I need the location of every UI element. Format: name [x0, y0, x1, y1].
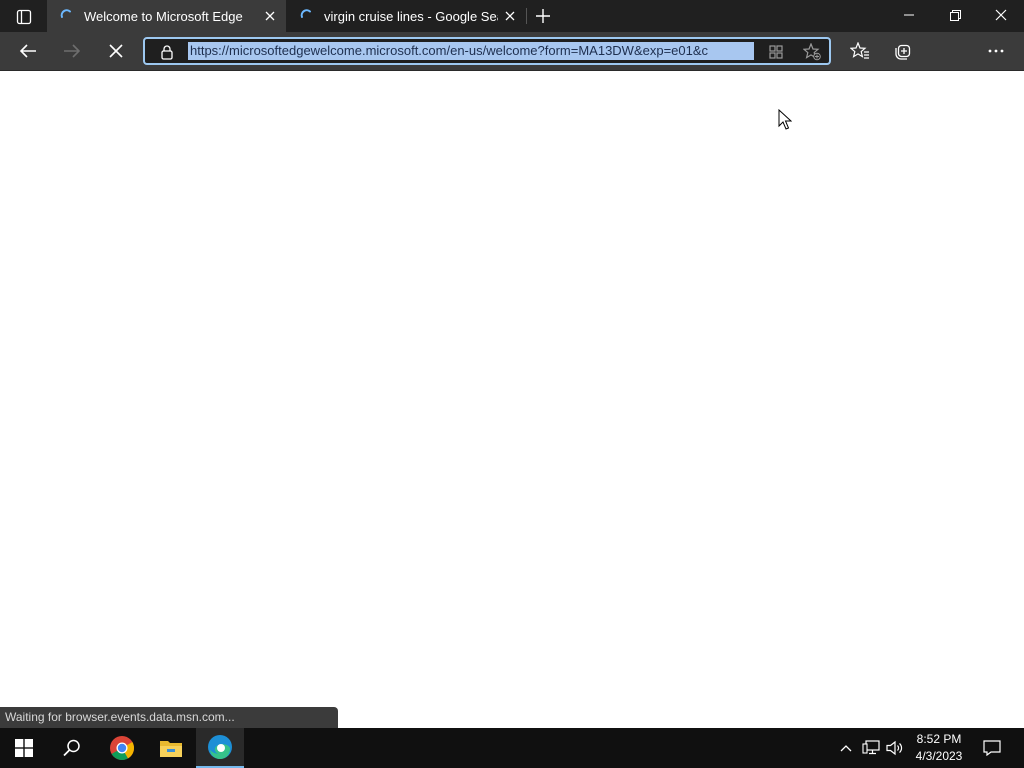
action-center-button[interactable] [980, 728, 1004, 768]
network-button[interactable] [860, 728, 882, 768]
star-plus-icon [803, 43, 821, 61]
taskbar: 8:52 PM 4/3/2023 [0, 728, 1024, 768]
minimize-icon [904, 14, 914, 16]
tab-title: virgin cruise lines - Google Search [324, 8, 498, 24]
collections-icon [895, 44, 911, 60]
plus-icon [536, 9, 550, 23]
edge-icon [208, 735, 232, 760]
notification-icon [983, 740, 1001, 756]
taskbar-chrome[interactable] [98, 728, 146, 768]
add-favorite-button[interactable] [803, 43, 821, 61]
volume-button[interactable] [884, 728, 906, 768]
close-icon [265, 11, 275, 21]
title-bar: Welcome to Microsoft Edge virgin cruise … [0, 0, 1024, 32]
clock-date: 4/3/2023 [915, 749, 963, 763]
tab-close-button[interactable] [258, 4, 282, 28]
chevron-up-icon [840, 745, 852, 752]
forward-button[interactable] [57, 36, 87, 66]
close-window-button[interactable] [978, 0, 1024, 30]
close-icon [109, 44, 123, 58]
url-text[interactable]: https://microsoftedgewelcome.microsoft.c… [188, 42, 754, 60]
address-bar[interactable]: https://microsoftedgewelcome.microsoft.c… [143, 37, 831, 65]
search-button[interactable] [48, 728, 96, 768]
mouse-cursor-icon [778, 109, 792, 130]
speaker-icon [886, 740, 903, 756]
clock-time: 8:52 PM [916, 732, 962, 746]
tab-title: Welcome to Microsoft Edge [84, 8, 243, 24]
arrow-left-icon [19, 44, 36, 58]
favorites-star-icon [850, 42, 869, 59]
loading-spinner-icon [300, 9, 311, 18]
more-dots-icon [988, 49, 1004, 53]
status-bubble: Waiting for browser.events.data.msn.com.… [0, 707, 338, 728]
windows-logo-icon [15, 739, 33, 757]
restore-icon [949, 9, 961, 21]
app-available-button[interactable] [767, 43, 785, 61]
tab-actions-icon [16, 9, 32, 25]
lock-icon[interactable] [159, 44, 175, 60]
search-icon [63, 739, 80, 757]
favorites-button[interactable] [845, 36, 875, 66]
loading-spinner-icon [60, 9, 71, 18]
start-button[interactable] [0, 728, 48, 768]
minimize-button[interactable] [886, 0, 932, 30]
tab-welcome[interactable]: Welcome to Microsoft Edge [47, 0, 286, 32]
tab-actions-button[interactable] [10, 6, 38, 28]
settings-more-button[interactable] [981, 36, 1011, 66]
close-icon [995, 9, 1007, 21]
tab-divider [526, 8, 527, 24]
apps-grid-icon [769, 45, 783, 59]
network-icon [862, 740, 880, 755]
back-button[interactable] [13, 36, 43, 66]
collections-button[interactable] [889, 36, 919, 66]
page-viewport [0, 71, 1024, 728]
tab-google-search[interactable]: virgin cruise lines - Google Search [287, 0, 526, 32]
chrome-icon [110, 736, 135, 761]
taskbar-edge[interactable] [196, 728, 244, 768]
stop-loading-button[interactable] [101, 36, 131, 66]
system-clock[interactable]: 8:52 PM 4/3/2023 [905, 731, 973, 765]
arrow-right-icon [64, 44, 81, 58]
new-tab-button[interactable] [531, 4, 555, 28]
taskbar-file-explorer[interactable] [147, 728, 195, 768]
restore-button[interactable] [932, 0, 978, 30]
close-icon [505, 11, 515, 21]
show-hidden-icons-button[interactable] [836, 728, 856, 768]
folder-icon [160, 741, 182, 757]
tab-close-button[interactable] [498, 4, 522, 28]
